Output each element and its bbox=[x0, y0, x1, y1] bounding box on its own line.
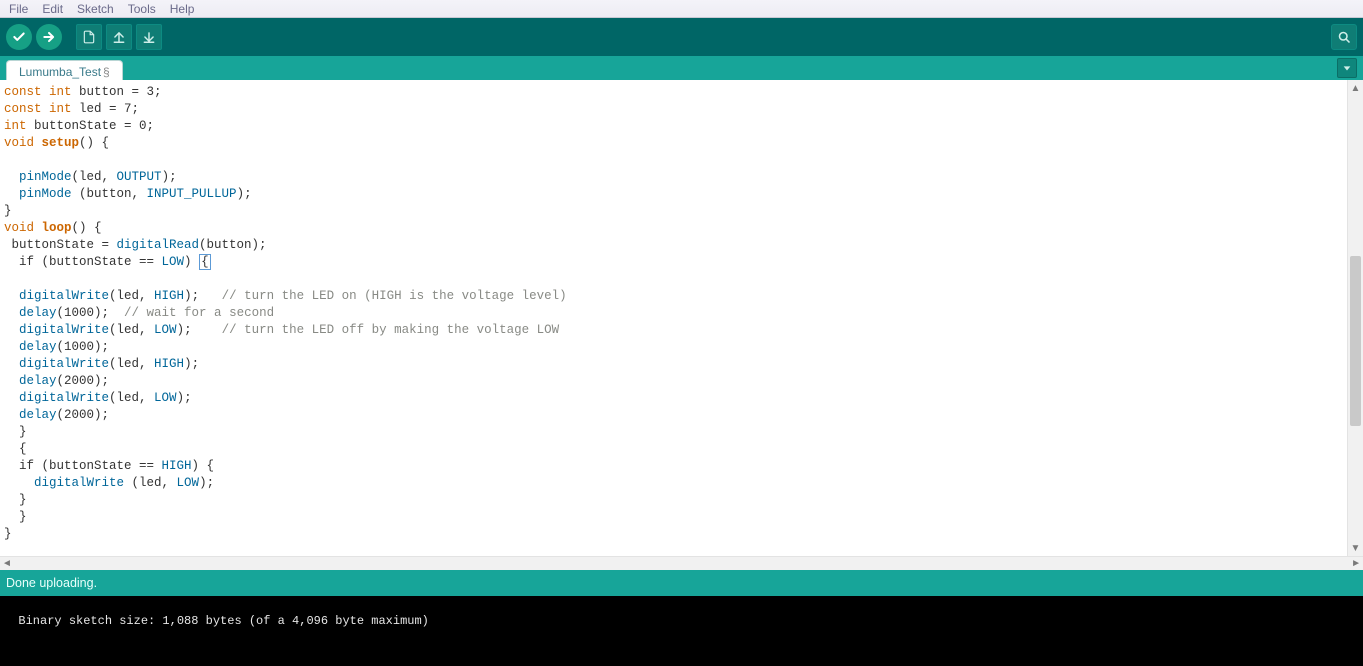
arrow-right-icon bbox=[42, 30, 56, 44]
code-editor[interactable]: const int button = 3; const int led = 7;… bbox=[0, 80, 1347, 556]
horizontal-scrollbar[interactable]: ◄ ► bbox=[0, 556, 1363, 570]
upload-button[interactable] bbox=[36, 24, 62, 50]
toolbar bbox=[0, 18, 1363, 56]
code-content[interactable]: const int button = 3; const int led = 7;… bbox=[0, 80, 1347, 547]
file-icon bbox=[82, 29, 96, 45]
status-bar: Done uploading. bbox=[0, 570, 1363, 596]
menu-bar: File Edit Sketch Tools Help bbox=[0, 0, 1363, 18]
menu-file[interactable]: File bbox=[2, 1, 35, 17]
check-icon bbox=[12, 30, 26, 44]
arrow-down-icon bbox=[142, 30, 156, 44]
vertical-scrollbar[interactable]: ▲ ▼ bbox=[1347, 80, 1363, 556]
scroll-thumb[interactable] bbox=[1350, 256, 1361, 426]
scroll-left-arrow-icon[interactable]: ◄ bbox=[2, 558, 12, 569]
serial-monitor-button[interactable] bbox=[1331, 24, 1357, 50]
menu-tools[interactable]: Tools bbox=[121, 1, 163, 17]
tabs-row: Lumumba_Test § bbox=[0, 56, 1363, 80]
new-sketch-button[interactable] bbox=[76, 24, 102, 50]
arrow-up-icon bbox=[112, 30, 126, 44]
save-sketch-button[interactable] bbox=[136, 24, 162, 50]
scroll-up-arrow-icon[interactable]: ▲ bbox=[1348, 80, 1363, 96]
verify-button[interactable] bbox=[6, 24, 32, 50]
menu-help[interactable]: Help bbox=[163, 1, 202, 17]
magnifier-icon bbox=[1337, 30, 1352, 45]
tab-active[interactable]: Lumumba_Test § bbox=[6, 60, 123, 80]
chevron-down-icon bbox=[1342, 63, 1352, 73]
menu-sketch[interactable]: Sketch bbox=[70, 1, 121, 17]
tab-modified-indicator: § bbox=[103, 65, 110, 79]
menu-edit[interactable]: Edit bbox=[35, 1, 70, 17]
scroll-down-arrow-icon[interactable]: ▼ bbox=[1348, 540, 1363, 556]
scroll-right-arrow-icon[interactable]: ► bbox=[1351, 558, 1361, 569]
status-text: Done uploading. bbox=[6, 576, 97, 590]
console-text: Binary sketch size: 1,088 bytes (of a 4,… bbox=[18, 614, 428, 628]
tab-label: Lumumba_Test bbox=[19, 65, 101, 79]
console-output[interactable]: Binary sketch size: 1,088 bytes (of a 4,… bbox=[0, 596, 1363, 666]
tab-menu-button[interactable] bbox=[1337, 58, 1357, 78]
open-sketch-button[interactable] bbox=[106, 24, 132, 50]
editor-wrap: const int button = 3; const int led = 7;… bbox=[0, 80, 1363, 556]
